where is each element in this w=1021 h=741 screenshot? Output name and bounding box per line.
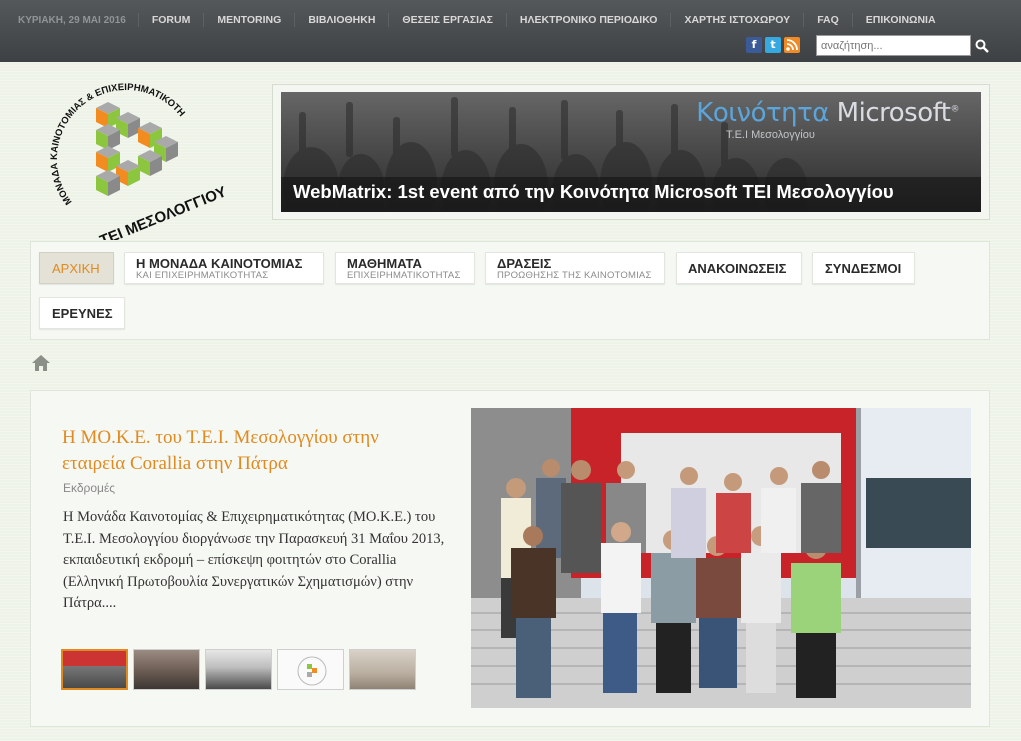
search-icon[interactable] <box>974 38 990 54</box>
banner-slide[interactable]: Κοινότητα Microsoft® Τ.Ε.Ι Μεσολογγίου W… <box>281 92 981 212</box>
rss-icon[interactable] <box>784 37 800 53</box>
social-links: f t <box>746 37 800 53</box>
topnav-faq[interactable]: FAQ <box>803 13 852 27</box>
topnav-contact[interactable]: ΕΠΙΚΟΙΝΩΝΙΑ <box>851 13 949 27</box>
nav-announcements[interactable]: ΑΝΑΚΟΙΝΩΣΕΙΣ <box>676 252 802 284</box>
nav-actions-label: ΔΡΑΣΕΙΣ <box>497 256 552 271</box>
nav-home[interactable]: ΑΡΧΙΚΗ <box>39 252 114 284</box>
thumbnail-1[interactable] <box>61 649 128 690</box>
thumbnail-4[interactable] <box>277 649 344 690</box>
article-excerpt: Η Μονάδα Καινοτομίας & Επιχειρηματικότητ… <box>63 509 445 611</box>
twitter-icon[interactable]: t <box>765 37 781 53</box>
top-bar: ΚΥΡΙΑΚΗ, 29 ΜΑΙ 2016 FORUM MENTORING ΒΙΒ… <box>0 0 1021 62</box>
nav-courses-label: ΜΑΘΗΜΑΤΑ <box>347 256 422 271</box>
nav-research[interactable]: ΕΡΕΥΝΕΣ <box>39 297 125 329</box>
nav-actions[interactable]: ΔΡΑΣΕΙΣ ΠΡΟΩΘΗΣΗΣ ΤΗΣ ΚΑΙΝΟΤΟΜΙΑΣ <box>485 252 665 284</box>
topnav-forum[interactable]: FORUM <box>137 13 204 27</box>
article-photo[interactable] <box>471 408 971 708</box>
facebook-icon[interactable]: f <box>746 37 762 53</box>
nav-actions-sublabel: ΠΡΟΩΘΗΣΗΣ ΤΗΣ ΚΑΙΝΟΤΟΜΙΑΣ <box>497 270 652 281</box>
nav-courses-sublabel: ΕΠΙΧΕΙΡΗΜΑΤΙΚΟΤΗΤΑΣ <box>347 270 461 281</box>
article-category[interactable]: Εκδρομές <box>63 481 115 495</box>
site-logo[interactable]: ΜΟΝΑΔΑ ΚΑΙΝΟΤΟΜΙΑΣ & ΕΠΙΧΕΙΡΗΜΑΤΙΚΟΤΗΤΑΣ <box>41 72 229 250</box>
nav-unit[interactable]: Η ΜΟΝΑΔΑ ΚΑΙΝΟΤΟΜΙΑΣ ΚΑΙ ΕΠΙΧΕΙΡΗΜΑΤΙΚΟΤ… <box>124 252 324 284</box>
search-input[interactable] <box>816 35 971 56</box>
thumbnail-3[interactable] <box>205 649 272 690</box>
thumbnail-2[interactable] <box>133 649 200 690</box>
topnav-jobs[interactable]: ΘΕΣΕΙΣ ΕΡΓΑΣΙΑΣ <box>388 13 505 27</box>
banner-caption[interactable]: WebMatrix: 1st event από την Κοινότητα M… <box>293 181 894 203</box>
banner-brand-prefix: Κοινότητα <box>696 98 837 128</box>
nav-home-label: ΑΡΧΙΚΗ <box>52 261 100 276</box>
logo-cubes <box>96 102 178 196</box>
nav-links-label: ΣΥΝΔΕΣΜΟΙ <box>825 261 902 276</box>
topnav-mentoring[interactable]: MENTORING <box>203 13 294 27</box>
nav-courses[interactable]: ΜΑΘΗΜΑΤΑ ΕΠΙΧΕΙΡΗΜΑΤΙΚΟΤΗΤΑΣ <box>335 252 475 284</box>
thumbnail-5[interactable] <box>349 649 416 690</box>
thumbnail-strip <box>61 649 416 690</box>
current-date: ΚΥΡΙΑΚΗ, 29 ΜΑΙ 2016 <box>18 14 126 26</box>
nav-unit-label: Η ΜΟΝΑΔΑ ΚΑΙΝΟΤΟΜΙΑΣ <box>136 256 303 271</box>
topnav-magazine[interactable]: ΗΛΕΚΤΡΟΝΙΚΟ ΠΕΡΙΟΔΙΚΟ <box>505 13 671 27</box>
nav-research-label: ΕΡΕΥΝΕΣ <box>52 306 113 321</box>
nav-links[interactable]: ΣΥΝΔΕΣΜΟΙ <box>812 252 915 284</box>
banner-brand-name: Microsoft <box>836 98 951 128</box>
banner-brand-mark: ® <box>950 104 960 115</box>
home-icon[interactable] <box>31 354 51 372</box>
nav-announcements-label: ΑΝΑΚΟΙΝΩΣΕΙΣ <box>688 261 787 276</box>
top-navigation: ΚΥΡΙΑΚΗ, 29 ΜΑΙ 2016 FORUM MENTORING ΒΙΒ… <box>18 13 949 27</box>
nav-unit-sublabel: ΚΑΙ ΕΠΙΧΕΙΡΗΜΑΤΙΚΟΤΗΤΑΣ <box>136 270 269 281</box>
topnav-sitemap[interactable]: ΧΑΡΤΗΣ ΙΣΤΟΧΩΡΟΥ <box>670 13 803 27</box>
article-title[interactable]: Η ΜΟ.Κ.Ε. του Τ.Ε.Ι. Μεσολογγίου στην ετ… <box>62 425 442 477</box>
banner-subtitle: Τ.Ε.Ι Μεσολογγίου <box>726 129 815 141</box>
topnav-library[interactable]: ΒΙΒΛΙΟΘΗΚΗ <box>294 13 388 27</box>
banner-brand: Κοινότητα Microsoft® <box>696 98 959 128</box>
